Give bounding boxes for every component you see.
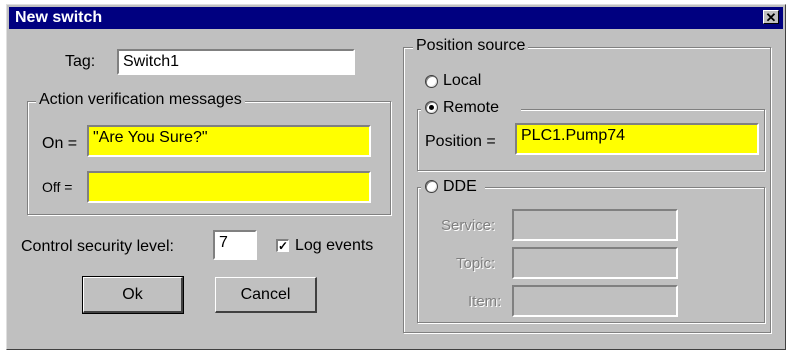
dde-label: DDE — [443, 178, 477, 195]
cancel-button[interactable]: Cancel — [215, 277, 317, 313]
off-message-input[interactable] — [87, 171, 371, 203]
security-level-input[interactable]: 7 — [213, 230, 257, 260]
topic-input[interactable] — [512, 247, 678, 279]
remote-label: Remote — [443, 99, 500, 116]
action-verification-group-label: Action verification messages — [36, 91, 245, 109]
position-input[interactable]: PLC1.Pump74 — [515, 123, 759, 155]
new-switch-dialog: New switch ✕ Tag: Switch1 Action verific… — [6, 4, 786, 350]
local-radio[interactable] — [425, 75, 438, 88]
close-icon[interactable]: ✕ — [763, 10, 779, 24]
ok-button[interactable]: Ok — [82, 276, 184, 314]
tag-input[interactable]: Switch1 — [117, 49, 355, 75]
item-input[interactable] — [512, 285, 678, 317]
dialog-title: New switch — [15, 9, 103, 26]
off-label: Off = — [42, 179, 73, 195]
tag-label: Tag: — [65, 53, 96, 70]
service-label: Service: — [441, 217, 496, 234]
on-label: On = — [42, 135, 78, 152]
radio-selected-dot — [429, 105, 434, 110]
log-events-checkbox[interactable]: ✓ — [276, 239, 289, 252]
on-message-input[interactable]: "Are You Sure?" — [87, 125, 371, 157]
title-bar[interactable]: New switch ✕ — [9, 7, 783, 29]
log-events-label: Log events — [295, 237, 374, 254]
position-label: Position = — [425, 133, 496, 150]
remote-radio[interactable] — [425, 101, 438, 114]
security-level-label: Control security level: — [21, 238, 174, 255]
topic-label: Topic: — [456, 255, 496, 272]
service-input[interactable] — [512, 209, 678, 241]
position-source-group-label: Position source — [413, 37, 529, 55]
local-label: Local — [443, 72, 482, 89]
dde-radio[interactable] — [425, 180, 438, 193]
item-label: Item: — [468, 293, 502, 310]
